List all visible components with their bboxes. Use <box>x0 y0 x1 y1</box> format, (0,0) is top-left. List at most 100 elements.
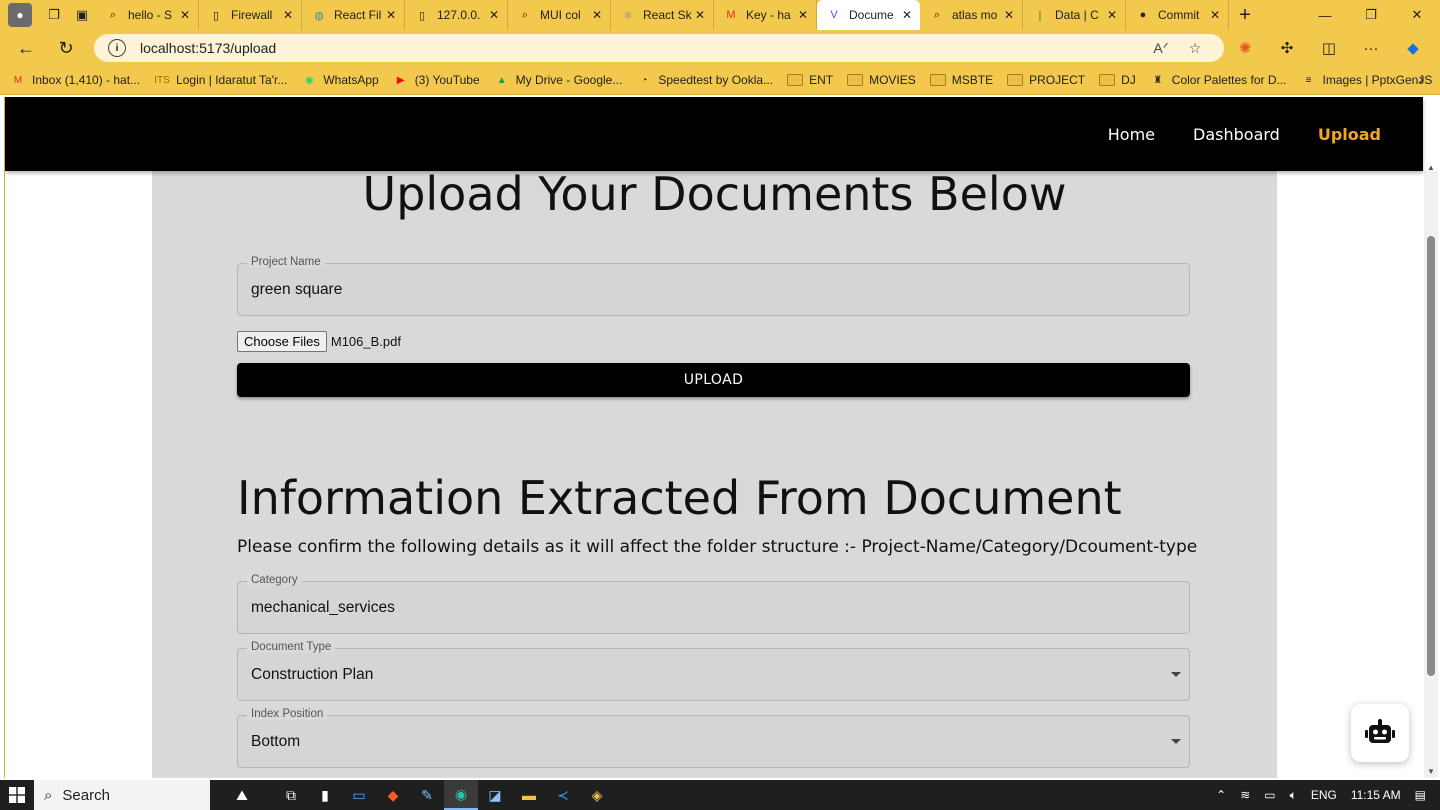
browser-tab[interactable]: ⌕ MUI col ✕ <box>508 0 611 30</box>
bookmark-item[interactable]: DJ <box>1099 73 1136 87</box>
refresh-button[interactable]: ↻ <box>46 33 86 63</box>
file-explorer-icon[interactable]: ▬ <box>512 780 546 810</box>
browser-tab[interactable]: ▯ Firewall ✕ <box>199 0 302 30</box>
bookmark-item[interactable]: MSBTE <box>929 73 994 87</box>
bookmarks-more-icon[interactable]: › <box>1419 71 1424 89</box>
wifi-icon[interactable]: ≋ <box>1240 788 1250 802</box>
upload-panel: Upload Your Documents Below Project Name… <box>152 97 1277 778</box>
youtube-icon: ▶ <box>396 74 405 86</box>
dropdown-arrow-icon[interactable] <box>1171 739 1181 744</box>
choose-files-button[interactable]: Choose Files <box>237 331 327 352</box>
document-type-select[interactable]: Document Type Construction Plan <box>237 641 1190 701</box>
task-view-icon[interactable]: ⧉ <box>274 780 308 810</box>
bookmark-item[interactable]: ◉ WhatsApp <box>301 73 379 87</box>
vscode-icon[interactable]: ≺ <box>546 780 580 810</box>
folder-icon <box>1007 74 1024 86</box>
browser-tab[interactable]: ❘ Data | C ✕ <box>1023 0 1126 30</box>
chatbot-button[interactable] <box>1351 704 1409 762</box>
scrollbar-thumb[interactable] <box>1427 236 1435 676</box>
close-tab-icon[interactable]: ✕ <box>281 8 295 22</box>
pen-tool-icon[interactable]: ✎ <box>410 780 444 810</box>
page-scrollbar[interactable]: ▲ ▼ <box>1424 163 1438 778</box>
index-position-select[interactable]: Index Position Bottom <box>237 708 1190 768</box>
favorite-star-icon[interactable]: ☆ <box>1178 40 1212 57</box>
scroll-down-icon[interactable]: ▼ <box>1427 767 1435 776</box>
taskbar-search-box[interactable]: ⌕ Search <box>34 780 210 810</box>
bookmark-item[interactable]: MOVIES <box>847 73 916 87</box>
volume-icon[interactable]: 🔈︎ <box>1290 788 1297 803</box>
battery-icon[interactable]: ▭ <box>1264 788 1275 802</box>
git-app-icon[interactable]: ◈ <box>580 780 614 810</box>
profile-avatar[interactable]: ● <box>8 3 32 27</box>
browser-tab[interactable]: ◍ React Fil ✕ <box>302 0 405 30</box>
close-tab-icon[interactable]: ✕ <box>1002 8 1016 22</box>
tray-chevron-icon[interactable]: ⌃ <box>1216 788 1226 802</box>
brave-browser-icon[interactable]: ◆ <box>376 780 410 810</box>
close-tab-icon[interactable]: ✕ <box>178 8 192 22</box>
bookmark-item[interactable]: ≡ Images | PptxGenJS <box>1301 73 1433 87</box>
close-tab-icon[interactable]: ✕ <box>384 8 398 22</box>
weather-widget-icon[interactable]: ⛰ <box>210 780 274 810</box>
browser-tab[interactable]: ● Commit ✕ <box>1126 0 1229 30</box>
read-aloud-icon[interactable]: Aᐟ <box>1144 40 1178 57</box>
split-screen-icon[interactable]: ◫ <box>1308 34 1350 62</box>
tab-label: Firewall <box>231 8 273 22</box>
file-app-icon[interactable]: ▮ <box>308 780 342 810</box>
bookmark-item[interactable]: ITS Login | Idaratut Ta'r... <box>154 73 287 87</box>
index-position-value[interactable]: Bottom <box>251 733 300 751</box>
bookmark-item[interactable]: ◔ Speedtest by Ookla... <box>636 73 773 87</box>
browser-tab[interactable]: ⚛ React Sk ✕ <box>611 0 714 30</box>
dropdown-arrow-icon[interactable] <box>1171 672 1181 677</box>
browser-tab[interactable]: M Key - ha ✕ <box>714 0 817 30</box>
bookmark-item[interactable]: PROJECT <box>1007 73 1085 87</box>
upload-button[interactable]: UPLOAD <box>237 363 1190 397</box>
category-field[interactable]: Category mechanical_services <box>237 574 1190 634</box>
close-tab-icon[interactable]: ✕ <box>693 8 707 22</box>
bookmark-label: MSBTE <box>951 73 994 87</box>
windows-start-button[interactable] <box>0 780 34 810</box>
copilot-icon[interactable]: ◆ <box>1392 34 1434 62</box>
browser-tab[interactable]: V Docume ✕ <box>817 0 920 30</box>
notes-app-icon[interactable]: ◪ <box>478 780 512 810</box>
extension-brave-icon[interactable]: ✺ <box>1224 34 1266 62</box>
workspaces-icon[interactable]: ❐ <box>40 3 68 27</box>
more-menu-icon[interactable]: ··· <box>1350 34 1392 62</box>
bookmark-item[interactable]: ♜ Color Palettes for D... <box>1150 73 1286 87</box>
site-info-icon[interactable]: i <box>108 39 126 57</box>
minimize-icon[interactable]: — <box>1302 0 1348 30</box>
bookmark-item[interactable]: M Inbox (1,410) - hat... <box>10 73 140 87</box>
extensions-icon[interactable]: ✣ <box>1266 34 1308 62</box>
close-tab-icon[interactable]: ✕ <box>900 8 914 22</box>
terminal-app-icon[interactable]: ▭ <box>342 780 376 810</box>
browser-tab[interactable]: ⌕ atlas mo ✕ <box>920 0 1023 30</box>
browser-tab[interactable]: ▯ 127.0.0. ✕ <box>405 0 508 30</box>
tab-actions-icon[interactable]: ▣ <box>68 3 96 27</box>
close-window-icon[interactable]: ✕ <box>1394 0 1440 30</box>
close-tab-icon[interactable]: ✕ <box>1208 8 1222 22</box>
bookmark-item[interactable]: ▲ My Drive - Google... <box>494 73 623 87</box>
project-name-value[interactable]: green square <box>251 281 342 299</box>
document-type-value[interactable]: Construction Plan <box>251 666 373 684</box>
nav-dashboard-link[interactable]: Dashboard <box>1193 125 1280 144</box>
language-indicator[interactable]: ENG <box>1311 788 1337 802</box>
clock[interactable]: 11:15 AM <box>1351 788 1401 802</box>
new-tab-button[interactable]: + <box>1229 4 1261 27</box>
address-bar[interactable]: i localhost:5173/upload Aᐟ ☆ <box>94 34 1224 62</box>
address-url[interactable]: localhost:5173/upload <box>140 40 1144 56</box>
notifications-icon[interactable]: ▤ <box>1415 788 1426 802</box>
scroll-up-icon[interactable]: ▲ <box>1427 163 1435 172</box>
project-name-field[interactable]: Project Name green square <box>237 256 1190 316</box>
close-tab-icon[interactable]: ✕ <box>487 8 501 22</box>
close-tab-icon[interactable]: ✕ <box>1105 8 1119 22</box>
close-tab-icon[interactable]: ✕ <box>590 8 604 22</box>
bookmark-item[interactable]: ▶ (3) YouTube <box>393 73 480 87</box>
back-button[interactable]: ← <box>6 33 46 63</box>
edge-browser-icon[interactable]: ◉ <box>444 780 478 810</box>
browser-tab[interactable]: ⌕ hello - S ✕ <box>96 0 199 30</box>
nav-home-link[interactable]: Home <box>1108 125 1155 144</box>
category-value[interactable]: mechanical_services <box>251 599 395 617</box>
close-tab-icon[interactable]: ✕ <box>796 8 810 22</box>
bookmark-item[interactable]: ENT <box>787 73 833 87</box>
restore-icon[interactable]: ❐ <box>1348 0 1394 30</box>
nav-upload-link[interactable]: Upload <box>1318 125 1381 144</box>
